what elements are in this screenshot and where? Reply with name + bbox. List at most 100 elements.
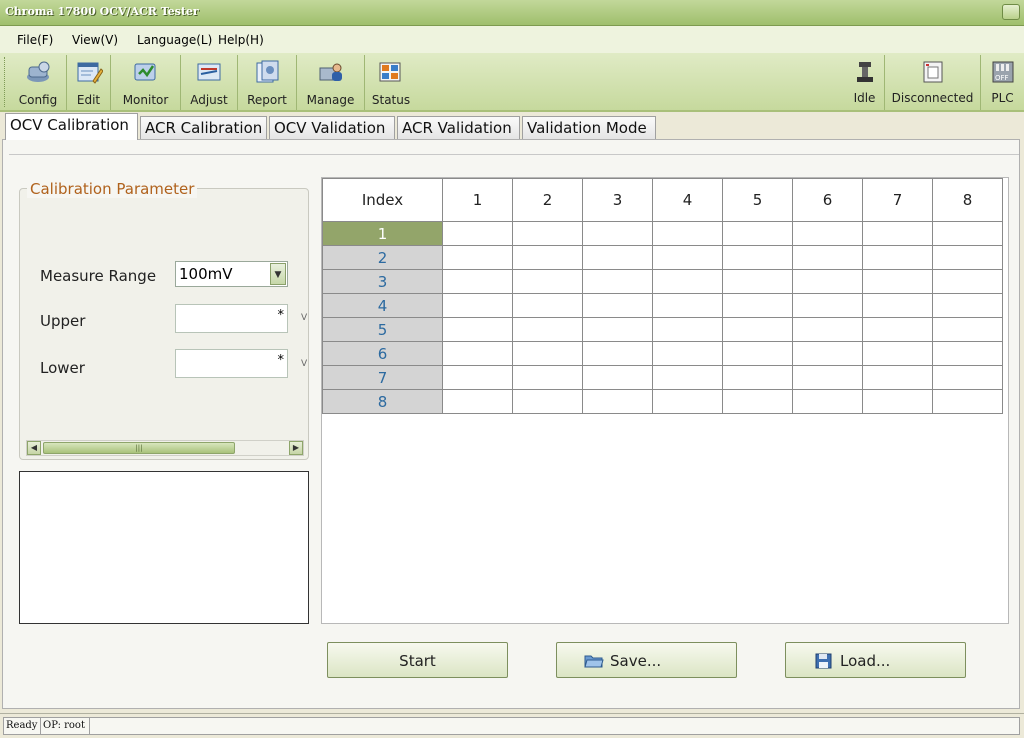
grid-cell[interactable]: [442, 269, 513, 294]
grid-cell[interactable]: [932, 269, 1003, 294]
table-row[interactable]: 1: [322, 221, 1003, 246]
upper-input[interactable]: *: [175, 304, 288, 333]
grid-cell[interactable]: [582, 365, 653, 390]
grid-cell[interactable]: [722, 293, 793, 318]
tab-ocv-calibration[interactable]: OCV Calibration: [5, 113, 138, 140]
grid-cell[interactable]: [512, 221, 583, 246]
menu-file[interactable]: File(F): [17, 33, 53, 47]
toolbar-config-button[interactable]: Config: [10, 55, 67, 110]
grid-cell[interactable]: [862, 293, 933, 318]
chevron-down-icon[interactable]: ▼: [270, 263, 286, 285]
grid-cell[interactable]: [792, 269, 863, 294]
grid-cell[interactable]: [722, 341, 793, 366]
grid-cell[interactable]: [652, 341, 723, 366]
scroll-thumb[interactable]: |||: [43, 442, 235, 454]
window-control-button[interactable]: [1002, 4, 1020, 20]
calibration-grid[interactable]: Index 1 2 3 4 5 6 7 8 12345678: [322, 178, 1003, 414]
grid-cell[interactable]: [932, 389, 1003, 414]
grid-cell[interactable]: [652, 389, 723, 414]
grid-cell[interactable]: [862, 245, 933, 270]
grid-cell[interactable]: [792, 389, 863, 414]
grid-cell[interactable]: [792, 341, 863, 366]
grid-cell[interactable]: [792, 317, 863, 342]
grid-cell[interactable]: [792, 221, 863, 246]
grid-cell[interactable]: [582, 293, 653, 318]
grid-cell[interactable]: [582, 389, 653, 414]
grid-cell[interactable]: [442, 341, 513, 366]
grid-cell[interactable]: [652, 269, 723, 294]
grid-row-header[interactable]: 3: [322, 269, 443, 294]
grid-cell[interactable]: [582, 341, 653, 366]
toolbar-report-button[interactable]: Report: [238, 55, 297, 110]
grid-cell[interactable]: [932, 293, 1003, 318]
grid-cell[interactable]: [512, 245, 583, 270]
grid-row-header[interactable]: 5: [322, 317, 443, 342]
menu-view[interactable]: View(V): [72, 33, 118, 47]
grid-cell[interactable]: [442, 365, 513, 390]
grid-cell[interactable]: [512, 389, 583, 414]
grid-cell[interactable]: [582, 245, 653, 270]
grid-cell[interactable]: [722, 221, 793, 246]
grid-cell[interactable]: [792, 245, 863, 270]
grid-cell[interactable]: [862, 365, 933, 390]
toolbar-manage-button[interactable]: Manage: [297, 55, 365, 110]
tab-validation-mode[interactable]: Validation Mode: [522, 116, 656, 140]
grid-row-header[interactable]: 1: [322, 221, 443, 246]
grid-row-header[interactable]: 7: [322, 365, 443, 390]
grid-cell[interactable]: [442, 245, 513, 270]
grid-cell[interactable]: [442, 221, 513, 246]
grid-cell[interactable]: [932, 365, 1003, 390]
toolbar-edit-button[interactable]: Edit: [67, 55, 111, 110]
grid-cell[interactable]: [442, 317, 513, 342]
grid-cell[interactable]: [862, 341, 933, 366]
start-button[interactable]: Start: [327, 642, 508, 678]
menu-help[interactable]: Help(H): [218, 33, 264, 47]
grid-cell[interactable]: [512, 293, 583, 318]
table-row[interactable]: 5: [322, 317, 1003, 342]
grid-cell[interactable]: [722, 245, 793, 270]
grid-cell[interactable]: [862, 389, 933, 414]
tab-acr-calibration[interactable]: ACR Calibration: [140, 116, 267, 140]
grid-cell[interactable]: [862, 221, 933, 246]
grid-cell[interactable]: [722, 269, 793, 294]
grid-cell[interactable]: [722, 317, 793, 342]
table-row[interactable]: 4: [322, 293, 1003, 318]
toolbar-adjust-button[interactable]: Adjust: [181, 55, 238, 110]
toolbar-monitor-button[interactable]: Monitor: [111, 55, 181, 110]
load-button[interactable]: Load...: [785, 642, 966, 678]
table-row[interactable]: 3: [322, 269, 1003, 294]
grid-cell[interactable]: [652, 317, 723, 342]
grid-cell[interactable]: [512, 269, 583, 294]
grid-cell[interactable]: [652, 221, 723, 246]
grid-cell[interactable]: [932, 317, 1003, 342]
measure-range-select[interactable]: 100mV ▼: [175, 261, 288, 287]
toolbar-grip[interactable]: [4, 57, 7, 107]
tab-ocv-validation[interactable]: OCV Validation: [269, 116, 395, 140]
grid-cell[interactable]: [722, 389, 793, 414]
grid-cell[interactable]: [792, 365, 863, 390]
horizontal-scrollbar[interactable]: ◀ ||| ▶: [26, 440, 304, 456]
grid-cell[interactable]: [932, 245, 1003, 270]
grid-cell[interactable]: [862, 269, 933, 294]
menu-language[interactable]: Language(L): [137, 33, 212, 47]
toolbar-status-button[interactable]: Status: [365, 55, 417, 110]
grid-cell[interactable]: [512, 317, 583, 342]
grid-cell[interactable]: [932, 341, 1003, 366]
grid-cell[interactable]: [862, 317, 933, 342]
scroll-left-icon[interactable]: ◀: [27, 441, 41, 455]
grid-cell[interactable]: [442, 389, 513, 414]
save-button[interactable]: Save...: [556, 642, 737, 678]
log-box[interactable]: [19, 471, 309, 624]
grid-cell[interactable]: [722, 365, 793, 390]
tab-acr-validation[interactable]: ACR Validation: [397, 116, 520, 140]
grid-cell[interactable]: [582, 317, 653, 342]
grid-cell[interactable]: [582, 221, 653, 246]
grid-cell[interactable]: [652, 245, 723, 270]
grid-row-header[interactable]: 2: [322, 245, 443, 270]
grid-cell[interactable]: [442, 293, 513, 318]
grid-row-header[interactable]: 6: [322, 341, 443, 366]
grid-cell[interactable]: [792, 293, 863, 318]
grid-cell[interactable]: [582, 269, 653, 294]
grid-cell[interactable]: [652, 293, 723, 318]
grid-cell[interactable]: [512, 341, 583, 366]
